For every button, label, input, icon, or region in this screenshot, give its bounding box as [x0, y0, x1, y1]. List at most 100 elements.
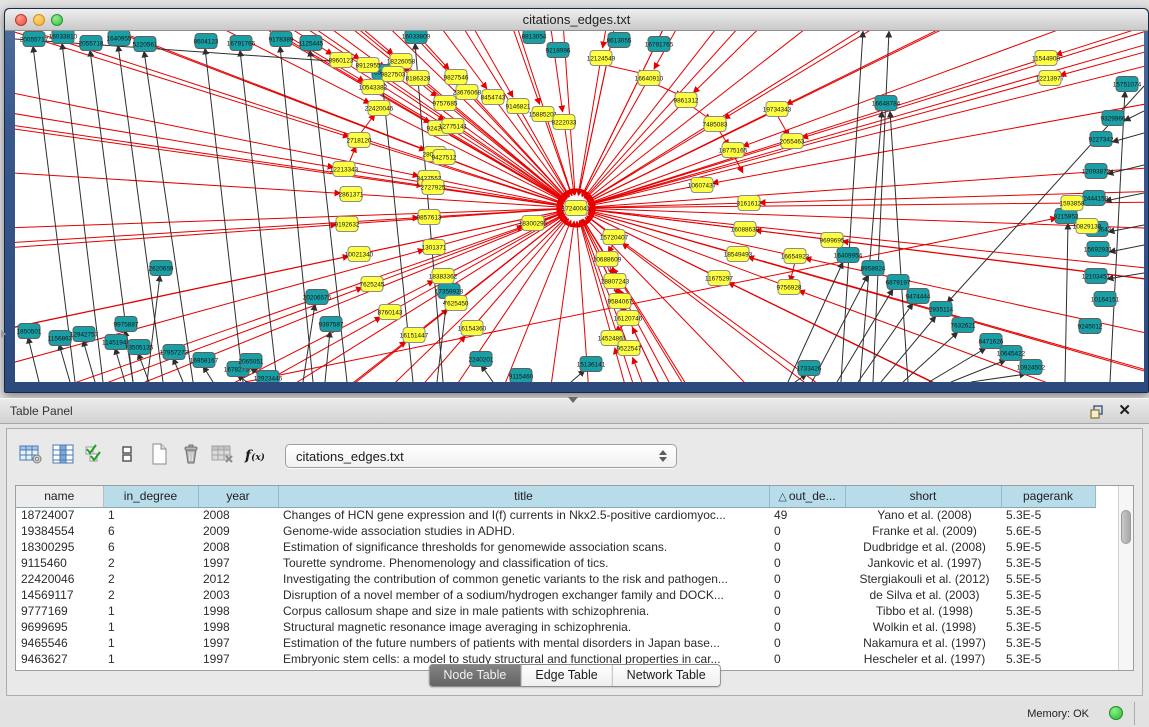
- graph-node[interactable]: 8760143: [378, 305, 403, 320]
- table-cell-in_degree[interactable]: 2: [103, 571, 198, 587]
- graph-node[interactable]: 9427512: [432, 150, 457, 165]
- graph-node[interactable]: 2240201: [469, 352, 494, 367]
- table-cell-year[interactable]: 1997: [198, 555, 278, 571]
- table-cell-title[interactable]: Changes of HCN gene expression and I(f) …: [278, 507, 769, 523]
- graph-node[interactable]: 23676068: [453, 85, 482, 100]
- panel-collapse-arrow-icon[interactable]: [1, 330, 6, 338]
- table-cell-year[interactable]: 1998: [198, 619, 278, 635]
- column-header-name[interactable]: name: [16, 486, 103, 507]
- table-cell-short[interactable]: Dudbridge et al. (2008): [845, 539, 1001, 555]
- table-cell-pagerank[interactable]: 5.3E-5: [1001, 555, 1095, 571]
- table-cell-short[interactable]: Jankovic et al. (1997): [845, 555, 1001, 571]
- delete-table-button[interactable]: [207, 440, 239, 472]
- split-sash-grip[interactable]: [568, 397, 578, 403]
- graph-node[interactable]: 16958167: [190, 353, 219, 368]
- table-cell-short[interactable]: Tibbo et al. (1998): [845, 603, 1001, 619]
- table-cell-year[interactable]: 2003: [198, 587, 278, 603]
- table-cell-title[interactable]: Structural magnetic resonance image aver…: [278, 619, 769, 635]
- graph-node[interactable]: 8186328: [406, 71, 431, 86]
- table-cell-in_degree[interactable]: 6: [103, 523, 198, 539]
- table-cell-title[interactable]: Estimation of significance thresholds fo…: [278, 539, 769, 555]
- tab-node-table[interactable]: Node Table: [429, 665, 521, 686]
- graph-node[interactable]: 9861312: [674, 93, 699, 108]
- graph-node[interactable]: 15720407: [600, 230, 629, 245]
- graph-node[interactable]: 12103451: [1082, 269, 1111, 284]
- graph-node[interactable]: 1301371: [422, 240, 447, 255]
- table-cell-title[interactable]: Disruption of a novel member of a sodium…: [278, 587, 769, 603]
- table-row[interactable]: 2242004622012Investigating the contribut…: [16, 571, 1095, 587]
- table-cell-pagerank[interactable]: 5.6E-5: [1001, 523, 1095, 539]
- table-cell-short[interactable]: Franke et al. (2009): [845, 523, 1001, 539]
- table-cell-name[interactable]: 9699695: [16, 619, 103, 635]
- graph-node[interactable]: 8454743: [481, 90, 506, 105]
- graph-node[interactable]: 12775141: [439, 119, 468, 134]
- table-selector-dropdown[interactable]: citations_edges.txt: [285, 444, 677, 468]
- graph-node[interactable]: 9227342: [1089, 132, 1114, 147]
- graph-node[interactable]: 6879197: [886, 275, 911, 290]
- table-cell-in_degree[interactable]: 1: [103, 635, 198, 651]
- tab-network-table[interactable]: Network Table: [613, 665, 720, 686]
- graph-node[interactable]: 8222033: [552, 115, 577, 130]
- graph-node[interactable]: 12213977: [1036, 71, 1065, 86]
- network-window-titlebar[interactable]: citations_edges.txt: [5, 9, 1148, 31]
- graph-node[interactable]: 8613055: [607, 33, 632, 48]
- function-builder-button[interactable]: f(x): [239, 440, 271, 472]
- column-header-short[interactable]: short: [845, 486, 1001, 507]
- graph-node[interactable]: 12213343: [330, 162, 359, 177]
- graph-node[interactable]: 9397587: [319, 317, 344, 332]
- table-cell-in_degree[interactable]: 1: [103, 603, 198, 619]
- graph-node[interactable]: 2861371: [339, 187, 364, 202]
- graph-node[interactable]: 16033809: [402, 31, 431, 44]
- graph-node[interactable]: 16791766: [227, 36, 256, 51]
- graph-node[interactable]: 7625245: [360, 277, 385, 292]
- table-cell-in_degree[interactable]: 2: [103, 555, 198, 571]
- table-cell-year[interactable]: 1997: [198, 651, 278, 667]
- graph-node[interactable]: 12124549: [587, 51, 616, 66]
- table-row[interactable]: 969969511998Structural magnetic resonanc…: [16, 619, 1095, 635]
- table-cell-pagerank[interactable]: 5.3E-5: [1001, 619, 1095, 635]
- table-cell-short[interactable]: Wolkin et al. (1998): [845, 619, 1001, 635]
- graph-node[interactable]: 16640910: [635, 71, 664, 86]
- graph-node[interactable]: 7625450: [444, 296, 469, 311]
- table-cell-pagerank[interactable]: 5.3E-5: [1001, 651, 1095, 667]
- table-cell-out_degree[interactable]: 0: [769, 635, 845, 651]
- graph-node[interactable]: 16120746: [614, 311, 643, 326]
- table-cell-year[interactable]: 2008: [198, 539, 278, 555]
- graph-node[interactable]: 10607437: [688, 178, 717, 193]
- table-cell-in_degree[interactable]: 1: [103, 619, 198, 635]
- graph-node[interactable]: 19734343: [763, 102, 792, 117]
- graph-node[interactable]: 3161612: [737, 196, 762, 211]
- graph-node[interactable]: 9192632: [335, 217, 360, 232]
- table-row[interactable]: 1938455462009Genome-wide association stu…: [16, 523, 1095, 539]
- graph-node[interactable]: 16033810: [49, 31, 78, 44]
- graph-node[interactable]: 11544908: [1032, 51, 1060, 66]
- graph-node[interactable]: 10543382: [359, 80, 388, 95]
- graph-node[interactable]: 1850501: [17, 324, 42, 339]
- table-panel-titlebar[interactable]: Table Panel ✕: [0, 398, 1149, 424]
- table-cell-title[interactable]: Corpus callosum shape and size in male p…: [278, 603, 769, 619]
- graph-node[interactable]: 10829139: [1073, 219, 1102, 234]
- graph-node[interactable]: 8604123: [194, 34, 219, 49]
- table-cell-out_degree[interactable]: 0: [769, 555, 845, 571]
- graph-node[interactable]: 2055463: [780, 134, 805, 149]
- graph-node[interactable]: 1733426: [797, 361, 822, 376]
- graph-node[interactable]: 22420046: [365, 101, 394, 116]
- graph-node[interactable]: 8912955: [356, 58, 381, 73]
- graph-node[interactable]: 1640955: [107, 31, 132, 46]
- graph-node[interactable]: 18383362: [429, 269, 458, 284]
- graph-node[interactable]: 9699695: [820, 233, 845, 248]
- graph-node[interactable]: 18775165: [719, 143, 748, 158]
- table-cell-short[interactable]: de Silva et al. (2003): [845, 587, 1001, 603]
- graph-node[interactable]: 1125445: [299, 36, 324, 51]
- graph-node[interactable]: 13505135: [125, 340, 154, 355]
- graph-node[interactable]: 15136141: [577, 357, 606, 372]
- table-cell-name[interactable]: 19384554: [16, 523, 103, 539]
- table-cell-name[interactable]: 18724007: [16, 507, 103, 523]
- graph-node[interactable]: 18549493: [724, 247, 753, 262]
- table-cell-short[interactable]: Yano et al. (2008): [845, 507, 1001, 523]
- column-header-year[interactable]: year: [198, 486, 278, 507]
- graph-node[interactable]: 10688609: [593, 252, 622, 267]
- graph-node[interactable]: 1593858: [1060, 196, 1085, 211]
- table-cell-out_degree[interactable]: 49: [769, 507, 845, 523]
- graph-node[interactable]: 16154360: [458, 321, 487, 336]
